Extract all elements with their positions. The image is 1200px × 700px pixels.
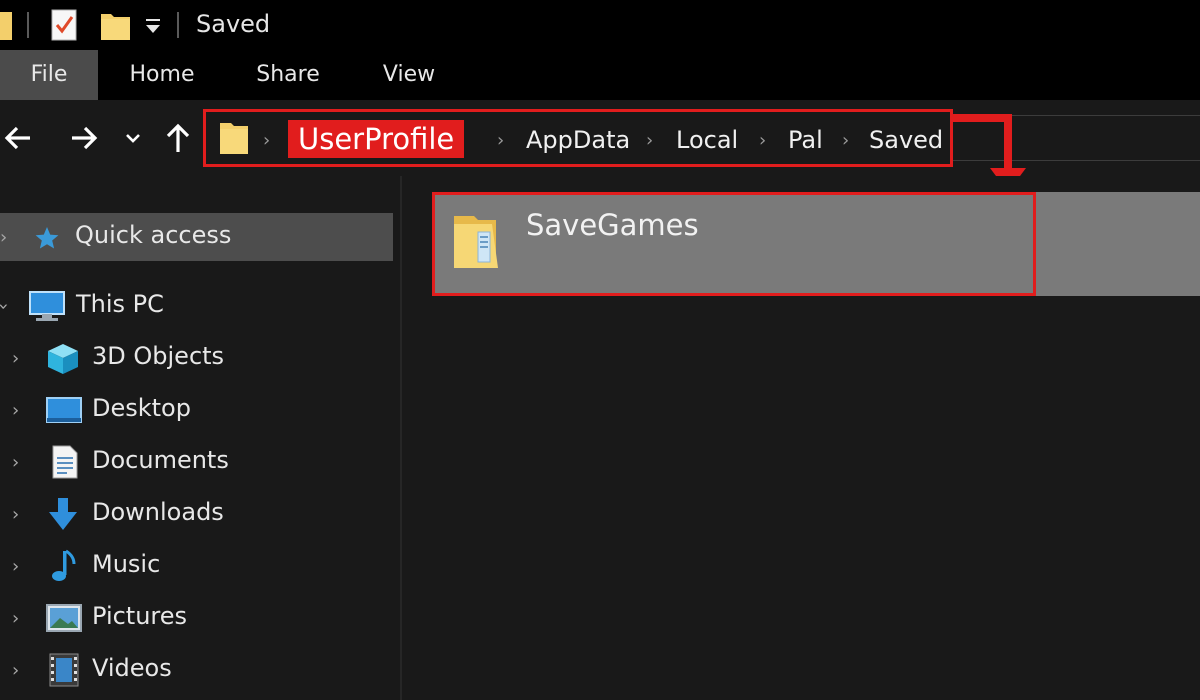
folder-icon[interactable]: [0, 8, 12, 42]
folder-icon: [220, 123, 248, 154]
breadcrumb-separator: ›: [842, 130, 850, 151]
sidebar-item-label: This PC: [76, 290, 164, 318]
sidebar-item-label: Desktop: [92, 394, 191, 422]
forward-arrow-icon[interactable]: [64, 118, 104, 158]
highlight-box: [432, 192, 1036, 296]
downloads-icon: [49, 498, 77, 530]
sidebar-item-3d-objects[interactable]: › 3D Objects: [0, 334, 400, 382]
toolbar-separator: [177, 12, 179, 38]
navigation-pane: › Quick access › This PC › 3D Objects › …: [0, 176, 400, 700]
documents-icon: [52, 445, 78, 479]
back-arrow-icon[interactable]: [0, 118, 40, 158]
window-title: Saved: [196, 10, 271, 38]
title-bar: Saved: [0, 0, 1200, 50]
sidebar-item-pictures[interactable]: › Pictures: [0, 594, 400, 642]
address-bar[interactable]: › UserProfile › AppData › Local › Pal › …: [203, 109, 953, 167]
breadcrumb-separator: ›: [759, 130, 767, 151]
new-folder-icon[interactable]: [100, 8, 132, 42]
toolbar-separator: [27, 12, 29, 38]
pictures-icon: [46, 604, 82, 632]
customize-toolbar-icon[interactable]: [143, 13, 163, 39]
chevron-down-icon[interactable]: ›: [0, 303, 14, 310]
sidebar-item-this-pc[interactable]: › This PC: [0, 282, 400, 330]
tab-home[interactable]: Home: [110, 50, 214, 100]
chevron-right-icon[interactable]: ›: [12, 660, 19, 681]
breadcrumb-saved[interactable]: Saved: [869, 126, 943, 154]
tab-file[interactable]: File: [0, 50, 98, 100]
list-item[interactable]: SaveGames: [432, 192, 1200, 296]
properties-icon[interactable]: [50, 8, 80, 42]
chevron-right-icon[interactable]: ›: [0, 227, 7, 248]
file-list: SaveGames: [402, 176, 1200, 700]
sidebar-item-label: Quick access: [75, 221, 232, 249]
sidebar-item-downloads[interactable]: › Downloads: [0, 490, 400, 538]
sidebar-item-music[interactable]: › Music: [0, 542, 400, 590]
sidebar-item-label: Downloads: [92, 498, 224, 526]
desktop-icon: [46, 397, 82, 423]
chevron-down-icon[interactable]: [118, 118, 148, 158]
star-icon: [35, 227, 59, 249]
chevron-right-icon[interactable]: ›: [12, 452, 19, 473]
folder-icon: [454, 216, 498, 268]
sidebar-item-label: Pictures: [92, 602, 188, 630]
sidebar-item-label: 3D Objects: [92, 342, 225, 370]
chevron-right-icon[interactable]: ›: [12, 608, 19, 629]
sidebar-item-label: Music: [92, 550, 161, 578]
chevron-right-icon[interactable]: ›: [12, 556, 19, 577]
breadcrumb-userprofile[interactable]: UserProfile: [288, 120, 465, 158]
tab-view[interactable]: View: [368, 50, 450, 100]
sidebar-item-documents[interactable]: › Documents: [0, 438, 400, 486]
file-name: SaveGames: [526, 208, 699, 242]
up-arrow-icon[interactable]: [158, 118, 198, 158]
chevron-right-icon[interactable]: ›: [12, 504, 19, 525]
breadcrumb-local[interactable]: Local: [676, 126, 738, 154]
chevron-right-icon[interactable]: ›: [12, 348, 19, 369]
sidebar-item-label: Documents: [92, 446, 229, 474]
sidebar-item-desktop[interactable]: › Desktop: [0, 386, 400, 434]
breadcrumb-separator: ›: [497, 130, 505, 151]
ribbon-tabs: File Home Share View: [0, 50, 1200, 100]
breadcrumb-separator: ›: [263, 130, 271, 151]
tab-share[interactable]: Share: [240, 50, 336, 100]
sidebar-item-videos[interactable]: › Videos: [0, 646, 400, 694]
computer-icon: [29, 291, 65, 321]
music-icon: [52, 549, 76, 581]
breadcrumb-pal[interactable]: Pal: [788, 126, 823, 154]
videos-icon: [49, 653, 79, 687]
breadcrumb-separator: ›: [646, 130, 654, 151]
sidebar-item-label: Videos: [92, 654, 172, 682]
3d-objects-icon: [48, 344, 78, 374]
sidebar-item-quick-access[interactable]: › Quick access: [0, 213, 393, 261]
chevron-right-icon[interactable]: ›: [12, 400, 19, 421]
breadcrumb-appdata[interactable]: AppData: [526, 126, 630, 154]
